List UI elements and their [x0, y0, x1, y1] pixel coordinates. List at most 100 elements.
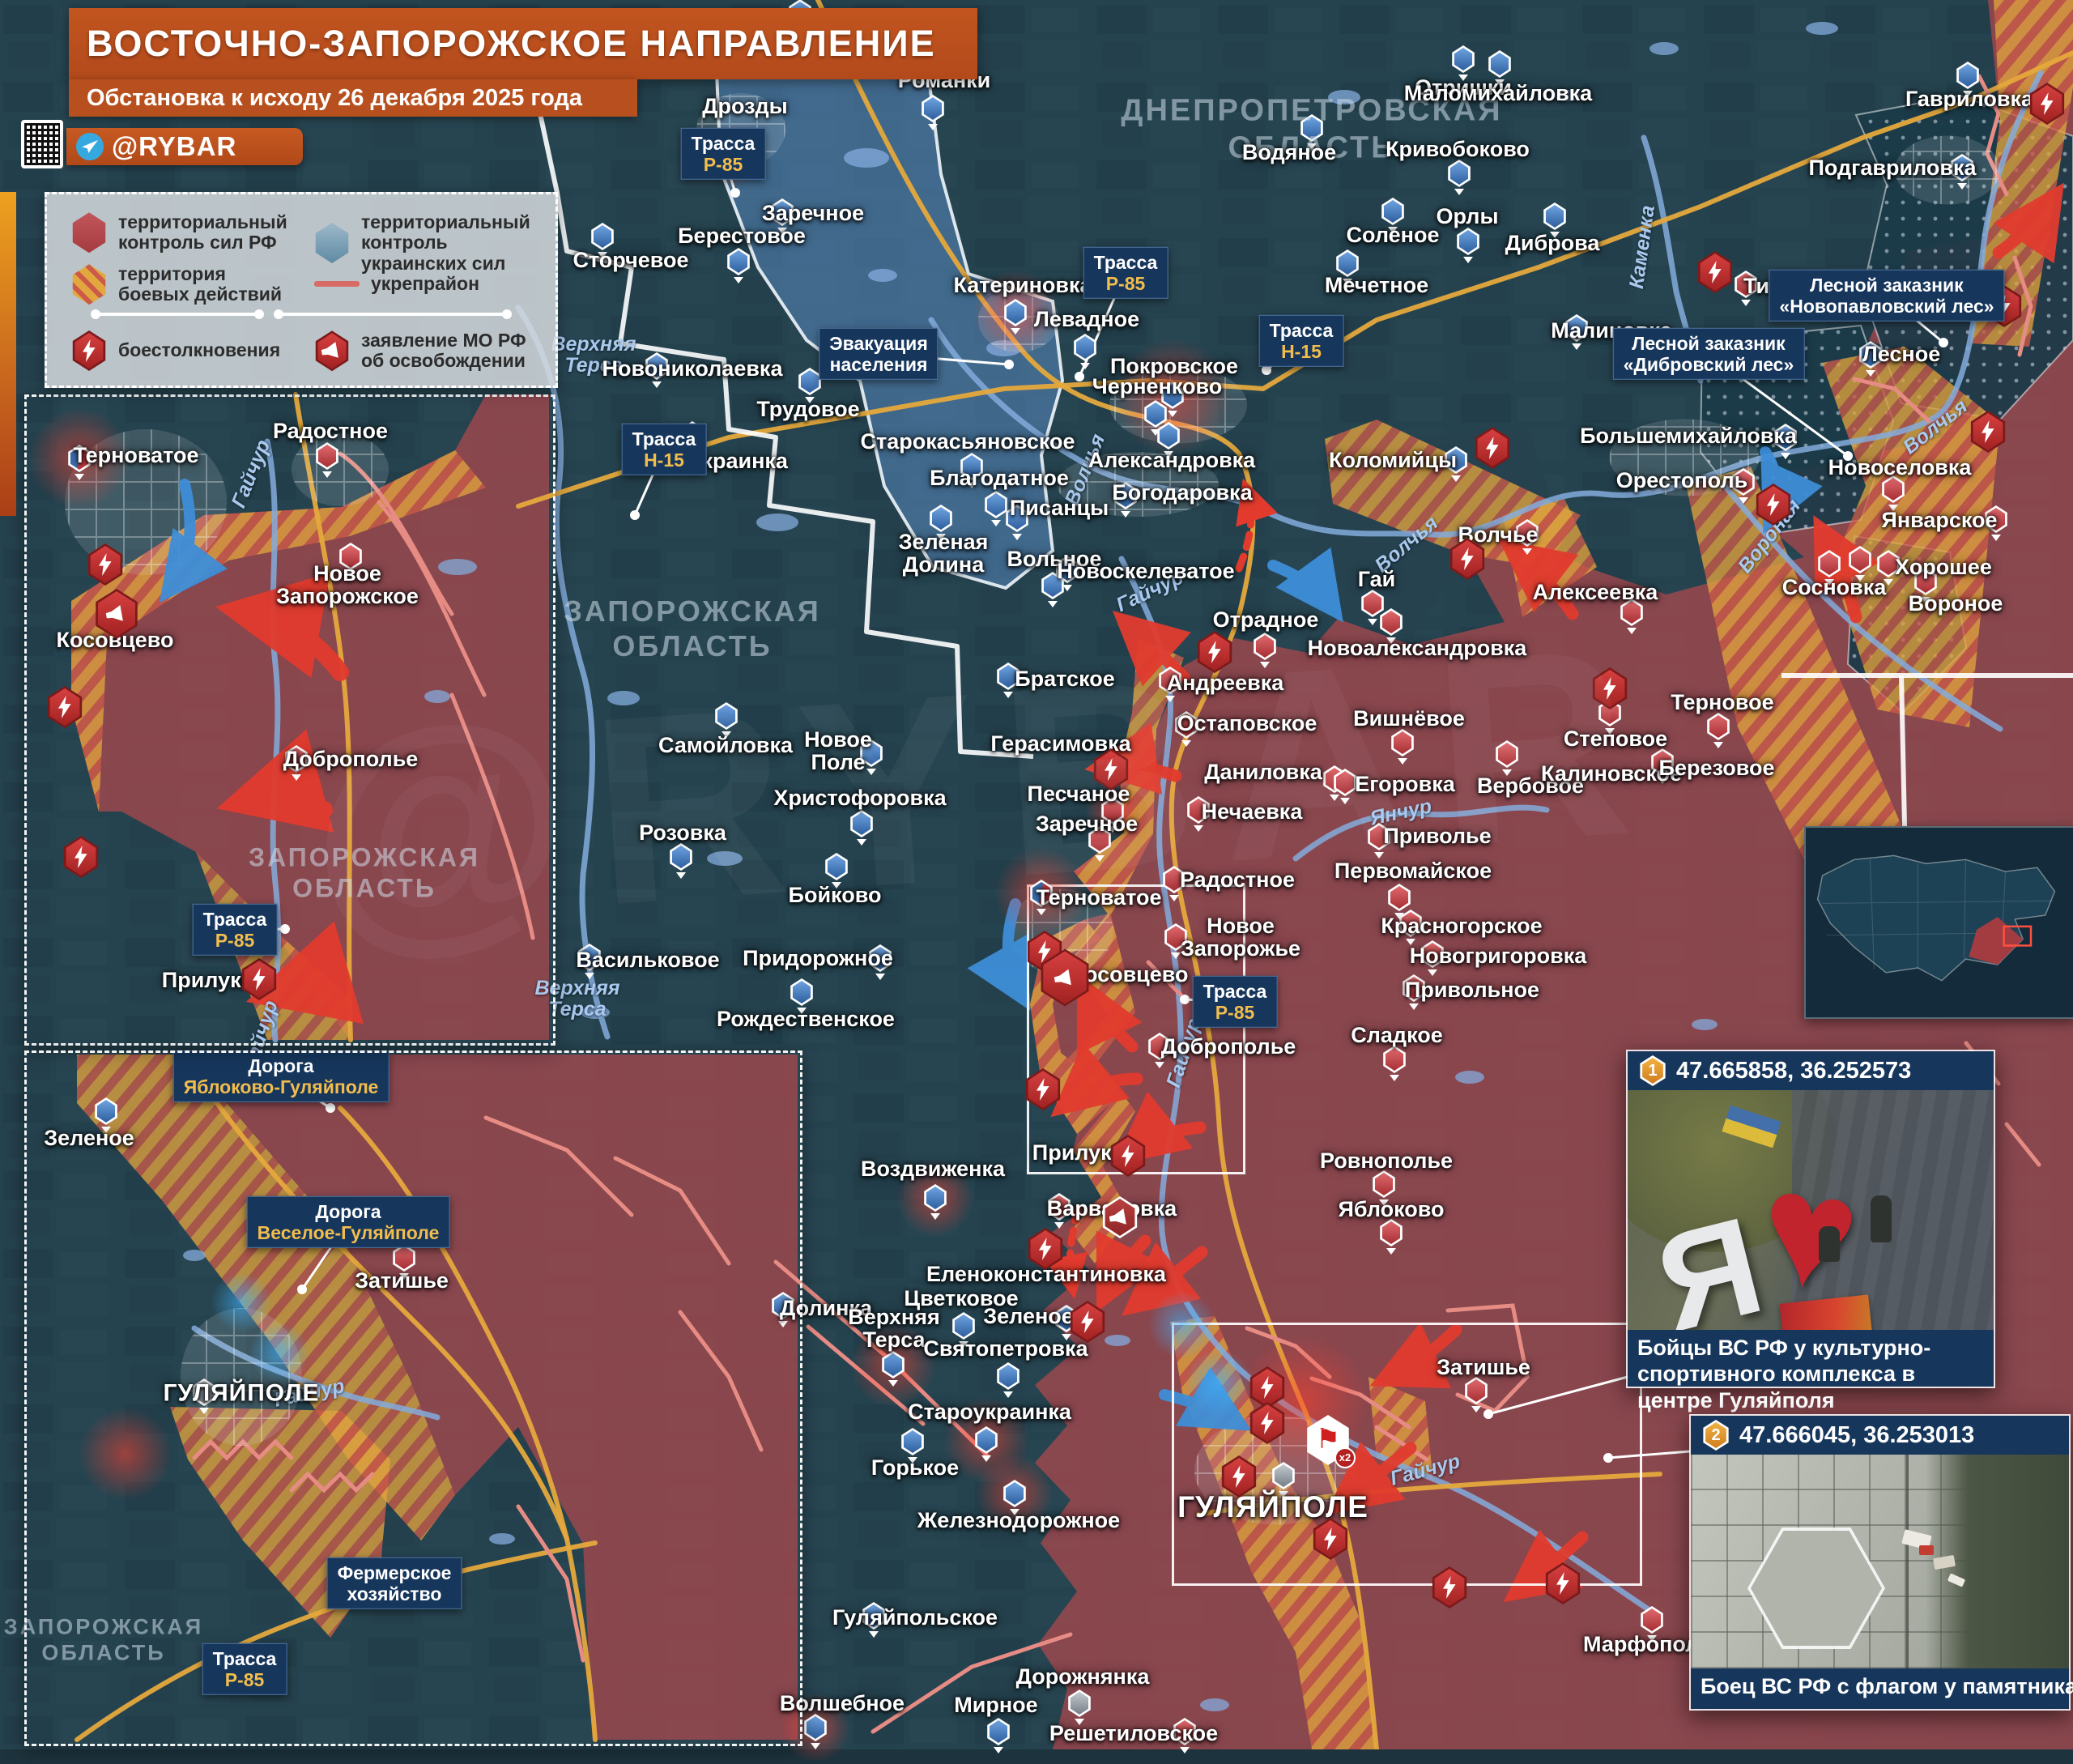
town-label: Железнодорожное [917, 1509, 1120, 1532]
town-label: Гуляйпольское [832, 1606, 998, 1629]
callout-dot [1939, 338, 1948, 347]
photo-1-header: 1 47.665858, 36.252573 [1628, 1051, 1994, 1090]
town-label: Берестовое [678, 224, 806, 247]
clash-icon [1024, 1068, 1062, 1110]
town-label: Новое Запорожье [1181, 914, 1300, 960]
town-label: Зеленое [983, 1305, 1074, 1327]
qr-code [21, 120, 63, 168]
clash-icon [1431, 1566, 1468, 1608]
clash-icon [1591, 667, 1628, 709]
clash-icon [1109, 1135, 1147, 1177]
town-pin [1002, 1480, 1027, 1507]
town-label: Ровнополье [1320, 1149, 1453, 1172]
town-pin [669, 843, 693, 871]
town-label: Придорожное [743, 947, 893, 969]
liberation-flag-icon: ⚑x2 [1305, 1415, 1351, 1465]
town-label: Покровское [1110, 355, 1238, 377]
town-label: Рождественское [717, 1008, 895, 1030]
town-label: Гай [1358, 568, 1396, 590]
town-pin [1881, 475, 1905, 503]
town-label: Привольное [1405, 978, 1539, 1001]
town-pin [1379, 1219, 1403, 1246]
town-pin [1271, 1462, 1296, 1489]
town-label: Водяное [1242, 141, 1336, 164]
town-pin [1073, 334, 1097, 361]
photo-1-coordinates: 47.665858, 36.252573 [1676, 1058, 1911, 1084]
town-label: Дорожнянка [1016, 1665, 1150, 1688]
town-pin [1543, 202, 1567, 230]
town-label: Сладкое [1351, 1024, 1442, 1046]
town-pin [1381, 198, 1405, 225]
channel-badge[interactable]: @RYBAR [66, 128, 303, 165]
town-label: Первомайское [1334, 859, 1492, 882]
soldier-figure [1871, 1195, 1892, 1242]
channel-name: @RYBAR [112, 131, 236, 162]
town-pin [1003, 299, 1028, 326]
town-label: Нечаевка [1202, 800, 1303, 823]
town-label: Новоскелеватое [1057, 560, 1234, 582]
road-badge: ТрассаН-15 [622, 424, 707, 475]
marker-2-icon: 2 [1702, 1420, 1730, 1451]
town-label: Сосновка [1782, 576, 1887, 599]
legend-item-clash: боестолкновения [71, 330, 280, 371]
callout-dot [630, 510, 640, 520]
town-pin [824, 853, 849, 880]
clash-icon [1755, 484, 1792, 526]
town-pin [929, 505, 953, 532]
town-pin [923, 1184, 947, 1212]
town-label: Сторчевое [573, 249, 688, 271]
town-pin [1390, 729, 1415, 756]
legend-label: территория боевых действий [118, 264, 282, 305]
town-label: Зеленая Долина [899, 530, 989, 576]
legend-item-combat: территория боевых действий [71, 264, 282, 305]
info-badge: Лесной заказник«Новопавловский лес» [1769, 270, 2004, 322]
inset-frame-ternovatoe [24, 394, 555, 1046]
rf-control-icon [71, 212, 107, 253]
town-label: Вороное [1909, 592, 2003, 615]
town-pin [1387, 884, 1411, 911]
town-pin [1848, 546, 1872, 573]
town-pin [986, 1718, 1011, 1745]
legend-divider-dot [274, 309, 283, 319]
clash-icon [1092, 748, 1130, 790]
town-label: Старокасьяновское [860, 430, 1075, 453]
town-label: Бойково [789, 884, 882, 906]
combat-zone-icon [71, 264, 107, 305]
callout-dot [730, 188, 740, 198]
town-pin [1067, 1689, 1092, 1717]
town-label: Радостное [1180, 868, 1295, 891]
town-pin [1379, 608, 1403, 636]
town-label: Яблоково [1338, 1198, 1444, 1221]
clash-icon [2028, 83, 2066, 125]
legend-label: территориальный контроль сил РФ [118, 212, 287, 254]
town-label: Степовое [1564, 727, 1667, 750]
legend-divider-dot [254, 309, 264, 319]
legend: территориальный контроль сил РФ территор… [45, 192, 558, 388]
town-label: Святопетровка [923, 1337, 1088, 1360]
legend-item-fort: укрепрайон [314, 274, 479, 294]
clash-icon [1696, 251, 1734, 293]
river-label: Волчья [1900, 395, 1972, 458]
town-pin [849, 810, 874, 837]
town-label: Братское [1015, 667, 1114, 690]
inset-frame-gulyaipole [24, 1050, 802, 1746]
mod-statement-icon-white [1101, 1196, 1139, 1238]
town-label: Мирное [954, 1694, 1037, 1716]
clash-icon [1196, 631, 1233, 673]
town-label: Благодатное [930, 467, 1069, 489]
town-label: Заречное [1036, 812, 1138, 835]
town-label: Александровка [1088, 449, 1255, 471]
page-title: ВОСТОЧНО-ЗАПОРОЖСКОЕ НАПРАВЛЕНИЕ [87, 23, 936, 65]
legend-divider-dot [502, 309, 512, 319]
town-label: Писанцы [1010, 496, 1109, 519]
town-pin [1456, 228, 1480, 255]
town-label: Затишье [1437, 1356, 1530, 1378]
legend-label: укрепрайон [371, 274, 479, 294]
town-pin [803, 1714, 828, 1741]
town-label: Отрадное [1213, 608, 1319, 631]
soldier-figure [1819, 1226, 1840, 1262]
town-label: Даниловка [1204, 761, 1322, 783]
clash-icon [1027, 1228, 1064, 1270]
town-label: Коломийцы [1329, 449, 1457, 471]
town-label: Васильковое [576, 948, 719, 971]
